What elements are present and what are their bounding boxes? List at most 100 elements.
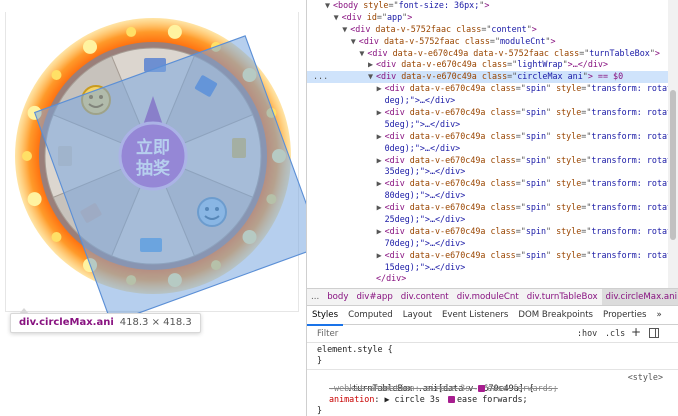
element-style-rule[interactable]: element.style { [307,344,678,355]
dom-node-line[interactable]: 0deg);">…</div> [307,143,669,155]
expand-arrow-icon[interactable]: ▶ [377,226,385,238]
attr-name[interactable]: data-v-e670c49a [396,59,477,69]
attr-name[interactable]: data-v-5752faac [468,48,549,58]
dom-node-line[interactable]: </div> [307,273,669,285]
attr-name[interactable]: class [485,155,515,165]
attr-name[interactable]: data-v-e670c49a [405,131,486,141]
attr-value[interactable]: transform: rotate(2 [591,226,669,236]
style-property[interactable]: animation: ▶ circle 3s ease forwards; [307,394,678,405]
breadcrumb-item[interactable]: ... [307,289,323,305]
cls-button[interactable]: .cls [605,325,625,342]
attr-value[interactable]: app [387,12,402,22]
attr-name[interactable]: data-v-5752faac [370,24,451,34]
dom-node-line[interactable]: ▶ <div data-v-e670c49a class="spin" style… [307,131,669,143]
easing-swatch-icon[interactable] [478,385,486,392]
attr-name[interactable]: data-v-e670c49a [405,83,486,93]
attr-name[interactable]: class [485,131,515,141]
attr-value[interactable]: spin [526,155,546,165]
attr-value[interactable]: transform: rotate(1 [591,155,669,165]
tab-styles[interactable]: Styles [307,306,344,326]
dom-node-line[interactable]: ▶ <div data-v-e670c49a class="spin" style… [307,178,669,190]
attr-name[interactable]: style [551,131,581,141]
dom-node-line[interactable]: ▼ <div id="app"> [307,12,669,24]
attr-name[interactable]: data-v-e670c49a [405,178,486,188]
attr-name[interactable]: style [551,178,581,188]
tab-properties[interactable]: Properties [598,306,651,324]
expand-arrow-icon[interactable]: ▶ [377,202,385,214]
breadcrumb-item[interactable]: div#app [352,289,396,305]
attr-name[interactable]: class [451,24,481,34]
attr-name[interactable]: class [477,59,507,69]
filter-input[interactable] [317,327,557,341]
attr-value[interactable]: spin [526,202,546,212]
attr-value[interactable]: spin [526,178,546,188]
attr-value[interactable]: lightWrap [517,59,562,69]
expand-arrow-icon[interactable]: ▶ [377,107,385,119]
attr-name[interactable]: data-v-e670c49a [405,226,486,236]
expand-arrow-icon[interactable]: ▶ [377,155,385,167]
attr-value[interactable]: moduleCnt [500,36,545,46]
tab-[interactable]: » [651,306,666,324]
expand-arrow-icon[interactable]: ▶ [377,83,385,95]
dom-node-line[interactable]: ▶ <div data-v-e670c49a class="spin" style… [307,250,669,262]
attr-value[interactable]: transform: rotate(9 [591,131,669,141]
breadcrumb-item[interactable]: div.moduleCnt [453,289,523,305]
attr-name[interactable]: style [551,107,581,117]
attr-name[interactable]: style [551,250,581,260]
attr-name[interactable]: class [485,83,515,93]
dom-node-line[interactable]: ▼ <div data-v-5752faac class="moduleCnt"> [307,36,669,48]
tab-event-listeners[interactable]: Event Listeners [437,306,513,324]
attr-value[interactable]: transform: rotate(2 [591,202,669,212]
expand-arrow-icon[interactable]: ▶ [377,250,385,262]
breadcrumb-item[interactable]: div.content [397,289,453,305]
attr-name[interactable]: class [485,250,515,260]
dom-node-line[interactable]: ▶ <div data-v-e670c49a class="spin" style… [307,155,669,167]
dom-node-line[interactable]: ... ▼ <div data-v-e670c49a class="circleMa… [307,71,669,84]
new-rule-button[interactable]: + [631,324,641,341]
attr-value[interactable]: spin [526,131,546,141]
dom-node-line[interactable]: 35deg);">…</div> [307,166,669,178]
toggle-sidebar-icon[interactable] [649,328,659,338]
dom-node-line[interactable]: 5deg);">…</div> [307,119,669,131]
dom-node-line[interactable]: 70deg);">…</div> [307,238,669,250]
attr-value[interactable]: spin [526,83,546,93]
attr-value[interactable]: spin [526,226,546,236]
attr-value[interactable]: transform: rotate(3 [591,250,669,260]
attr-name[interactable]: data-v-e670c49a [405,202,486,212]
attr-value[interactable]: spin [526,250,546,260]
attr-value[interactable]: circleMax ani [517,71,583,81]
style-property-overridden[interactable]: -webkit-animation: circle 3s ease forwar… [307,383,678,394]
lottery-wheel[interactable]: 立即 抽奖 [0,0,306,416]
attr-value[interactable]: content [491,24,526,34]
attr-value[interactable]: transform: rotate(1 [591,178,669,188]
elements-scrollbar[interactable] [668,0,678,288]
attr-value[interactable]: font-size: 36px; [399,0,480,10]
attr-name[interactable]: data-v-e670c49a [405,250,486,260]
dom-node-line[interactable]: ▶ <div data-v-e670c49a class="spin" style… [307,83,669,95]
collapse-arrow-icon[interactable]: ▼ [368,71,376,83]
attr-name[interactable]: style [551,226,581,236]
attr-name[interactable]: class [485,226,515,236]
node-actions-icon[interactable]: ... [313,71,328,83]
attr-value[interactable]: turnTableBox [589,48,650,58]
dom-node-line[interactable]: ▶ <div data-v-e670c49a class="spin" style… [307,226,669,238]
attr-name[interactable]: class [485,107,515,117]
attr-name[interactable]: id [362,12,377,22]
dom-node-line[interactable]: ▶ <div data-v-e670c49a class="spin" style… [307,107,669,119]
expand-arrow-icon[interactable]: ▶ [377,178,385,190]
dom-node-line[interactable]: ▶ <div data-v-e670c49a class="lightWrap">… [307,59,669,71]
dom-node-line[interactable]: deg);">…</div> [307,95,669,107]
attr-name[interactable]: class [460,36,490,46]
breadcrumb-item[interactable]: div.turnTableBox [523,289,602,305]
attr-name[interactable]: style [551,155,581,165]
attr-name[interactable]: class [549,48,579,58]
attr-name[interactable]: style [551,202,581,212]
breadcrumb-item[interactable]: div.circleMax.ani [601,289,678,305]
attr-name[interactable]: style [358,0,388,10]
dom-node-line[interactable]: ▶ <div data-v-e670c49a class="spin" style… [307,202,669,214]
attr-name[interactable]: style [551,83,581,93]
easing-swatch-icon[interactable] [447,396,455,403]
breadcrumb-item[interactable]: body [323,289,352,305]
rule-source-link[interactable]: <style> [628,372,663,383]
collapse-arrow-icon[interactable]: ▼ [334,12,342,24]
